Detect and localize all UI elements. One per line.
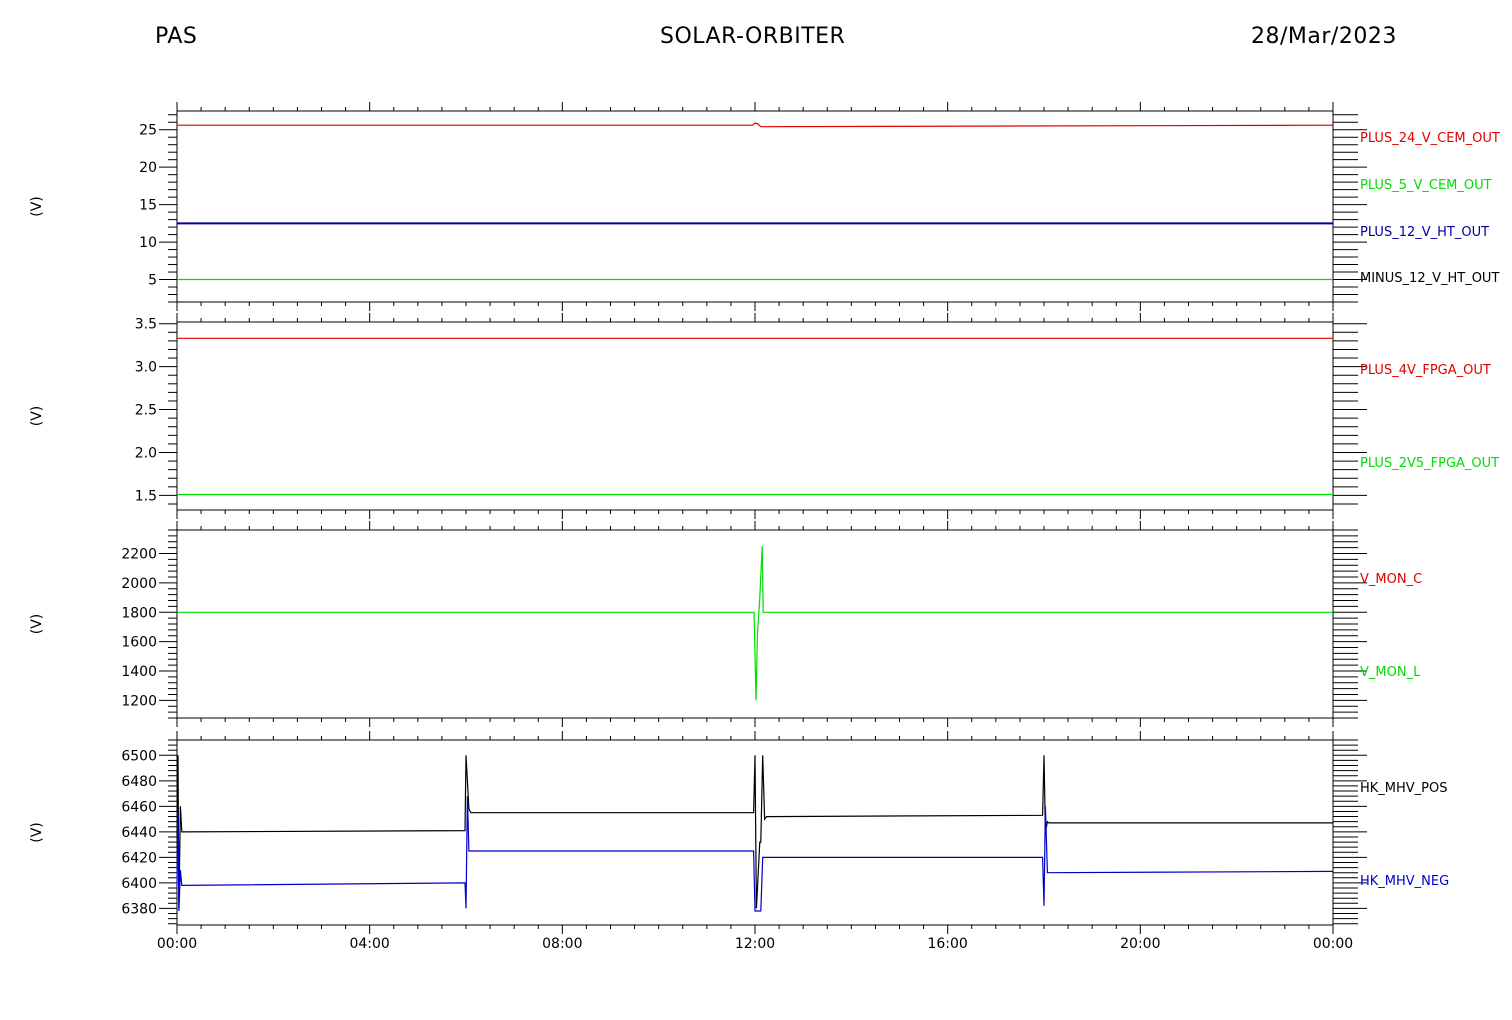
y-tick-label: 1200 (121, 693, 157, 709)
y-tick-label: 5 (148, 273, 157, 289)
y-tick-label: 6460 (121, 799, 157, 815)
x-tick-label: 12:00 (735, 936, 775, 952)
plot-frame-3 (176, 529, 1334, 719)
y-tick-label: 15 (139, 198, 157, 214)
legend-label: PLUS_4V_FPGA_OUT (1360, 363, 1491, 378)
legend-label: PLUS_24_V_CEM_OUT (1360, 131, 1500, 146)
x-tick-label: 04:00 (349, 936, 389, 952)
y-tick-label: 1.5 (135, 488, 157, 504)
series-line-plus-24-v-cem-out (177, 122, 1334, 128)
y-tick-label: 2000 (121, 576, 157, 592)
x-tick-label: 08:00 (542, 936, 582, 952)
y-tick-label: 6400 (121, 876, 157, 892)
y-tick-label: 20 (139, 160, 157, 176)
y-tick-label: 1800 (121, 605, 157, 621)
x-tick-label: 16:00 (927, 936, 967, 952)
y-tick-label: 6440 (121, 825, 157, 841)
y-tick-label: 2200 (121, 547, 157, 563)
x-tick-label: 00:00 (157, 936, 197, 952)
y-tick-label: 6380 (121, 901, 157, 917)
y-tick-label: 6480 (121, 774, 157, 790)
plot-frame-2 (176, 321, 1334, 511)
plot-frame-1 (176, 110, 1334, 303)
legend-label: PLUS_5_V_CEM_OUT (1360, 178, 1492, 193)
legend-label: PLUS_2V5_FPGA_OUT (1360, 456, 1499, 471)
y-tick-label: 6500 (121, 748, 157, 764)
legend-label: HK_MHV_POS (1360, 781, 1448, 796)
y-tick-label: 3.5 (135, 317, 157, 333)
legend-label: PLUS_12_V_HT_OUT (1360, 225, 1489, 240)
y-tick-label: 1400 (121, 664, 157, 680)
y-axis-label: (V) (29, 196, 45, 217)
stacked-chart: 5 10 15 20 25 (V) PLUS_24_V_CEM_OUT PLUS_5_V_CE… (29, 102, 1500, 952)
y-tick-label: 3.0 (135, 360, 157, 376)
series-line-v-mon-l (177, 546, 1333, 701)
legend-label: V_MON_L (1360, 665, 1421, 680)
y-axis-label: (V) (29, 822, 45, 843)
y-tick-label: 2.0 (135, 445, 157, 461)
y-tick-label: 10 (139, 235, 157, 251)
legend-label: V_MON_C (1360, 572, 1422, 587)
legend-label: HK_MHV_NEG (1360, 874, 1449, 889)
x-tick-label: 20:00 (1120, 936, 1160, 952)
x-tick-label: 00:00 (1313, 936, 1353, 952)
y-tick-label: 2.5 (135, 403, 157, 419)
legend-label: MINUS_12_V_HT_OUT (1360, 271, 1499, 286)
y-tick-label: 1600 (121, 635, 157, 651)
y-axis-label: (V) (29, 406, 45, 427)
y-tick-label: 6420 (121, 850, 157, 866)
y-tick-label: 25 (139, 123, 157, 139)
y-axis-label: (V) (29, 614, 45, 635)
